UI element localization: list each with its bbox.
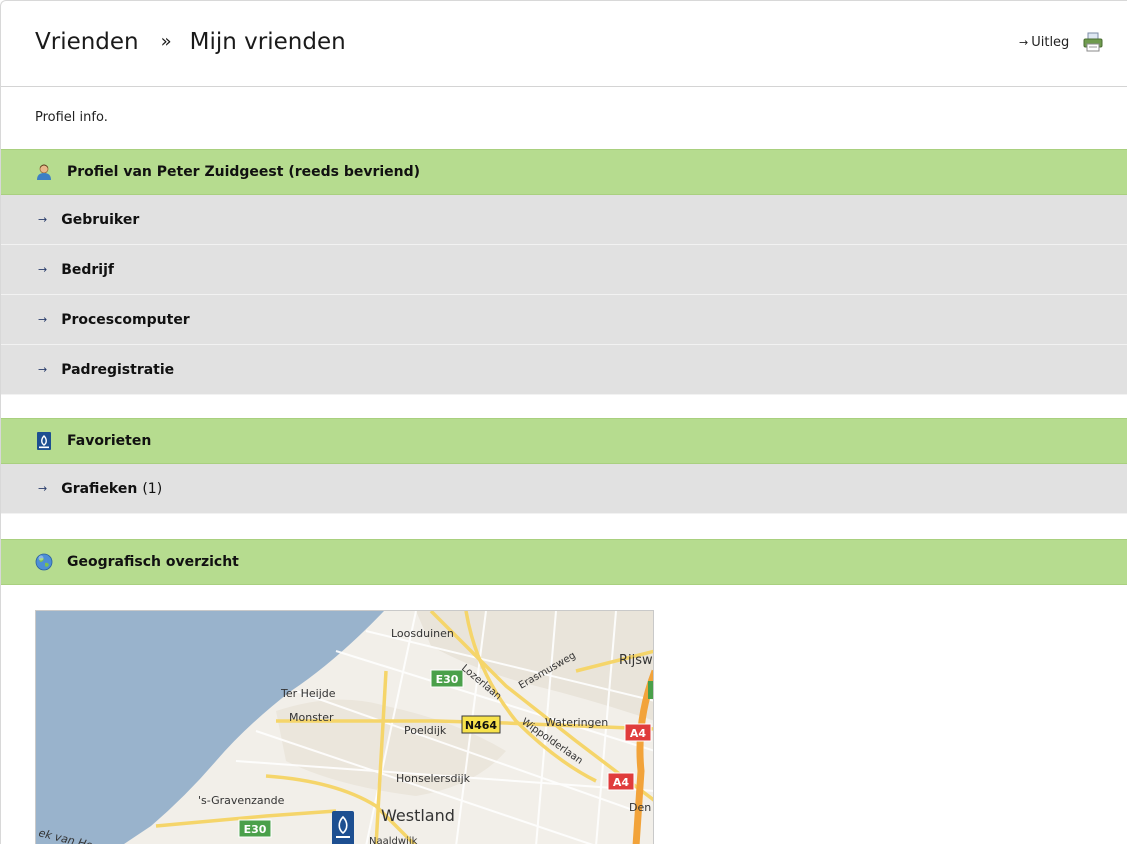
globe-icon xyxy=(35,553,53,571)
printer-icon[interactable] xyxy=(1082,32,1104,52)
road-shield-e30-bottom: E30 xyxy=(238,819,272,838)
road-shield-e30-top: E30 xyxy=(430,669,464,688)
arrow-right-icon: → xyxy=(38,263,48,276)
map-label-poeldijk: Poeldijk xyxy=(404,724,447,737)
profile-item-label: Procescomputer xyxy=(61,311,190,328)
intro-text: Profiel info. xyxy=(35,110,108,125)
svg-text:A4: A4 xyxy=(630,727,647,740)
map-label-ter-heijde: Ter Heijde xyxy=(280,687,336,700)
priva-logo-icon xyxy=(37,432,51,450)
favorites-item-count: (1) xyxy=(142,480,163,497)
arrow-right-icon: → xyxy=(38,363,48,376)
geo-section-title: Geografisch overzicht xyxy=(67,554,239,570)
svg-text:A4: A4 xyxy=(613,776,630,789)
map-view[interactable]: E30 N464 A4 A4 E30 Loosduinen Rijsw Ter … xyxy=(35,610,654,844)
map-label-honselersdijk: Honselersdijk xyxy=(396,772,471,785)
map-label-rijswijk: Rijsw xyxy=(619,653,653,668)
map-canvas[interactable]: E30 N464 A4 A4 E30 Loosduinen Rijsw Ter … xyxy=(36,611,654,844)
road-shield-partial xyxy=(648,681,653,699)
arrow-right-icon: → xyxy=(38,213,48,226)
profile-section-header: Profiel van Peter Zuidgeest (reeds bevri… xyxy=(1,149,1127,195)
road-shield-n464: N464 xyxy=(461,715,501,734)
map-marker-icon[interactable] xyxy=(332,811,354,844)
user-icon xyxy=(37,164,51,180)
map-label-westland: Westland xyxy=(381,806,455,825)
map-label-den: Den xyxy=(629,801,651,814)
profile-item-padregistratie[interactable]: → Padregistratie xyxy=(1,345,1127,395)
map-label-naaldwijk: Naaldwijk xyxy=(369,836,418,844)
road-shield-a4-top: A4 xyxy=(624,723,652,742)
help-link[interactable]: → Uitleg xyxy=(1019,35,1069,50)
map-label-monster: Monster xyxy=(289,711,334,724)
profile-item-label: Gebruiker xyxy=(61,211,140,228)
road-shield-a4-bottom: A4 xyxy=(607,772,635,791)
svg-text:E30: E30 xyxy=(244,823,267,836)
page-frame: Vrienden » Mijn vrienden → Uitleg Profiel… xyxy=(0,0,1127,844)
svg-text:N464: N464 xyxy=(465,719,498,732)
page-title: Mijn vrienden xyxy=(189,29,346,55)
breadcrumb: Vrienden » Mijn vrienden xyxy=(35,29,346,55)
page-header: Vrienden » Mijn vrienden → Uitleg xyxy=(1,1,1127,87)
favorites-section-title: Favorieten xyxy=(67,433,152,449)
arrow-right-icon: → xyxy=(1019,36,1029,49)
geo-section-header: Geografisch overzicht xyxy=(1,539,1127,585)
help-label: Uitleg xyxy=(1031,35,1070,50)
profile-item-label: Padregistratie xyxy=(61,361,175,378)
map-label-loosduinen: Loosduinen xyxy=(391,627,454,640)
breadcrumb-parent[interactable]: Vrienden xyxy=(35,29,139,55)
profile-section-title: Profiel van Peter Zuidgeest (reeds bevri… xyxy=(67,164,421,180)
svg-text:E30: E30 xyxy=(436,673,459,686)
favorites-item-label: Grafieken xyxy=(61,480,138,497)
profile-item-gebruiker[interactable]: → Gebruiker xyxy=(1,195,1127,245)
profile-item-procescomputer[interactable]: → Procescomputer xyxy=(1,295,1127,345)
arrow-right-icon: → xyxy=(38,482,48,495)
breadcrumb-separator: » xyxy=(160,30,172,52)
arrow-right-icon: → xyxy=(38,313,48,326)
map-label-gravenzande: 's-Gravenzande xyxy=(198,794,285,807)
profile-item-label: Bedrijf xyxy=(61,261,114,278)
profile-item-bedrijf[interactable]: → Bedrijf xyxy=(1,245,1127,295)
map-label-wateringen: Wateringen xyxy=(545,716,608,729)
favorites-section-header: Favorieten xyxy=(1,418,1127,464)
favorites-item-grafieken[interactable]: → Grafieken (1) xyxy=(1,464,1127,514)
